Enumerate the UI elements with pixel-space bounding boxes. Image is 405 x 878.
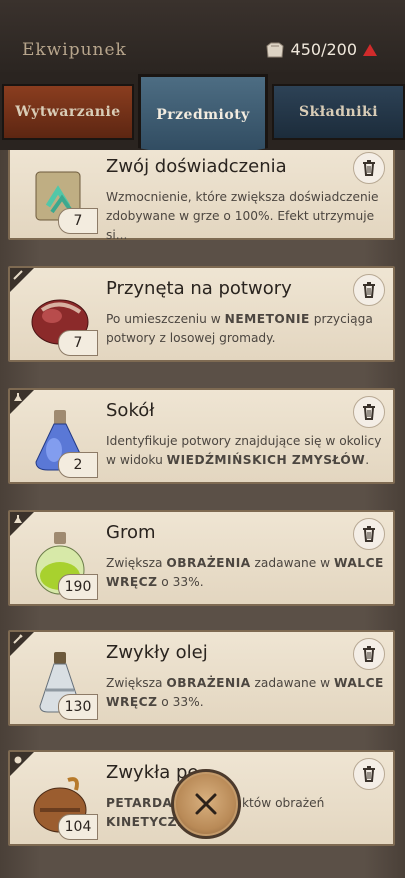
delete-button[interactable] — [353, 396, 385, 428]
trash-icon — [363, 526, 375, 542]
item-card[interactable]: 190 Grom Zwiększa OBRAŻENIA zadawane w W… — [8, 510, 395, 606]
item-card[interactable]: 7 Zwój doświadczenia Wzmocnienie, które … — [8, 150, 395, 242]
item-name: Grom — [106, 522, 156, 543]
trash-icon — [363, 160, 375, 176]
delete-button[interactable] — [353, 638, 385, 670]
keyword-text: OBRAŻENIA — [166, 556, 251, 570]
delete-button[interactable] — [353, 274, 385, 306]
item-quantity: 2 — [58, 452, 98, 478]
close-button[interactable] — [171, 769, 241, 839]
page-title: Ekwipunek — [22, 40, 127, 60]
delete-button[interactable] — [353, 152, 385, 184]
item-card[interactable]: 7 Przynęta na potwory Po umieszczeniu w … — [8, 266, 395, 362]
description-text: Zwiększa — [106, 556, 167, 570]
top-bar: Ekwipunek 450/200 — [0, 0, 405, 74]
item-quantity: 190 — [58, 574, 98, 600]
delete-button[interactable] — [353, 758, 385, 790]
flask-icon — [14, 515, 22, 523]
description-text: Wzmocnienie, które zwiększa doświadczeni… — [106, 190, 379, 242]
item-quantity: 7 — [58, 208, 98, 234]
description-text: zadawane w — [250, 676, 334, 690]
close-icon — [195, 793, 217, 815]
trash-icon — [363, 404, 375, 420]
item-description: Zwiększa OBRAŻENIA zadawane w WALCE WRĘC… — [106, 554, 386, 592]
trash-icon — [363, 646, 375, 662]
item-name: Przynęta na potwory — [106, 278, 292, 299]
item-description: PETARDA, e 525 punktów obrażeń KINETYCZN — [106, 794, 386, 832]
item-description: Zwiększa OBRAŻENIA zadawane w WALCE WRĘC… — [106, 674, 386, 712]
overload-warning-icon — [363, 43, 377, 56]
inventory-capacity: 450/200 — [265, 40, 377, 59]
item-quantity: 7 — [58, 330, 98, 356]
description-text: zadawane w — [250, 556, 334, 570]
description-text: Po umieszczeniu w — [106, 312, 225, 326]
delete-button[interactable] — [353, 518, 385, 550]
description-text: o 33%. — [157, 575, 204, 589]
keyword-text: PETARDA — [106, 796, 173, 810]
item-description: Wzmocnienie, które zwiększa doświadczeni… — [106, 188, 386, 245]
keyword-text: NEMETONIE — [224, 312, 310, 326]
bomb-type-icon — [14, 756, 22, 764]
item-quantity: 104 — [58, 814, 98, 840]
trash-icon — [363, 766, 375, 782]
description-text: . — [365, 453, 370, 467]
item-name: Zwój doświadczenia — [106, 156, 287, 177]
bag-icon — [266, 42, 284, 57]
sword-icon — [13, 634, 23, 644]
item-description: Identyfikuje potwory znajdujące się w ok… — [106, 432, 386, 470]
trash-icon — [363, 282, 375, 298]
item-name: Zwykły olej — [106, 642, 208, 663]
description-text: Zwiększa — [106, 676, 167, 690]
tab-wytwarzanie[interactable]: Wytwarzanie — [2, 84, 134, 140]
item-card[interactable]: 130 Zwykły olej Zwiększa OBRAŻENIA zadaw… — [8, 630, 395, 726]
capacity-value: 450/200 — [290, 40, 357, 59]
keyword-text: WIEDŹMIŃSKICH ZMYSŁÓW — [166, 453, 366, 467]
flask-icon — [14, 393, 22, 401]
tab-skladniki[interactable]: Składniki — [272, 84, 405, 140]
lure-icon — [13, 270, 23, 280]
item-description: Po umieszczeniu w NEMETONIE przyciąga po… — [106, 310, 386, 348]
tab-przedmioty[interactable]: Przedmioty — [138, 74, 268, 160]
keyword-text: OBRAŻENIA — [166, 676, 251, 690]
item-quantity: 130 — [58, 694, 98, 720]
description-text: o 33%. — [157, 695, 204, 709]
item-name: Sokół — [106, 400, 155, 421]
item-card[interactable]: 2 Sokół Identyfikuje potwory znajdujące … — [8, 388, 395, 484]
